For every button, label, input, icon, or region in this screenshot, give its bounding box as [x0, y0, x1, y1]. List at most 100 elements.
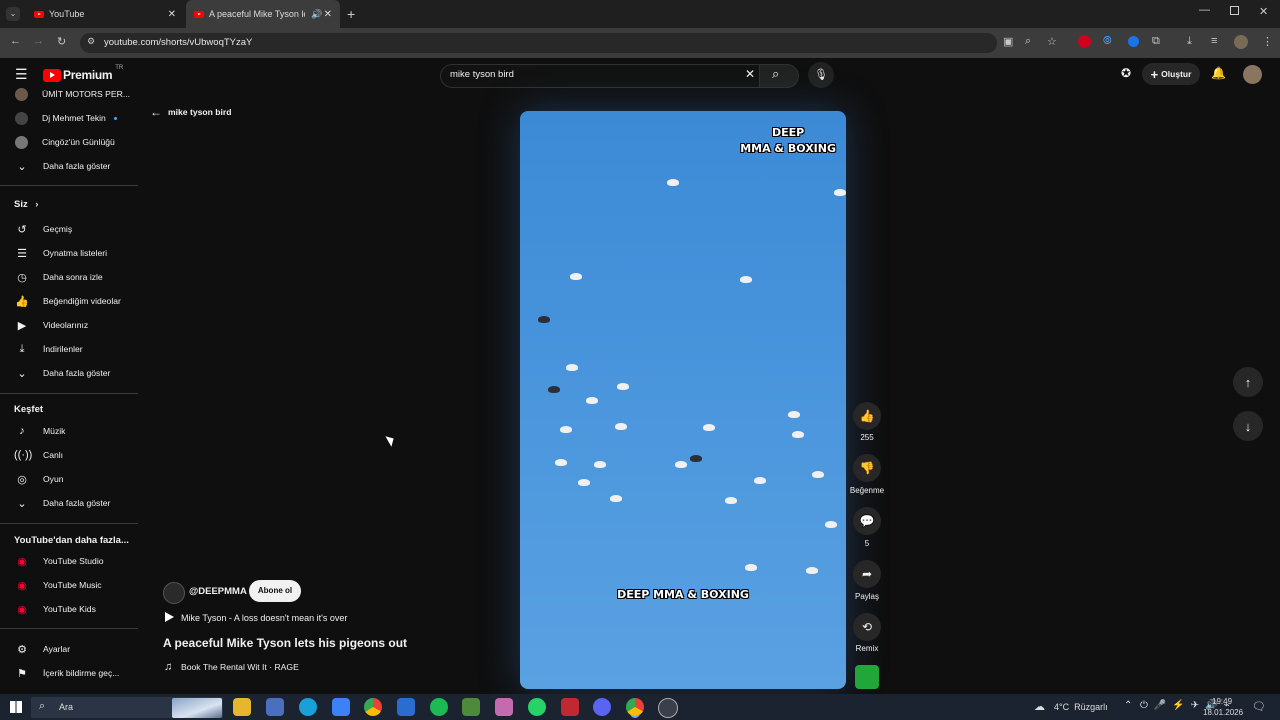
- chrome-icon[interactable]: [364, 698, 382, 716]
- audio-playing-icon[interactable]: 🔊: [311, 9, 322, 20]
- sidebar-item-liked-videos[interactable]: 👍 Beğendiğim videolar: [0, 290, 138, 312]
- app-icon[interactable]: [561, 698, 579, 716]
- comments-button[interactable]: 💬: [853, 507, 881, 535]
- media-controls-icon[interactable]: ≡: [1211, 35, 1217, 47]
- chrome-active-icon[interactable]: [626, 698, 644, 716]
- sidebar-item-gaming[interactable]: ◎ Oyun: [0, 468, 138, 490]
- back-arrow-icon: ←: [150, 105, 162, 119]
- new-tab-button[interactable]: +: [347, 6, 355, 22]
- sidebar-subscription[interactable]: Cingöz'ün Günlüğü: [0, 131, 138, 153]
- opera-extension-icon[interactable]: [1078, 35, 1091, 48]
- sidebar-item-settings[interactable]: ⚙ Ayarlar: [0, 638, 138, 660]
- minimize-button[interactable]: —: [1199, 4, 1210, 16]
- show-more-subscriptions[interactable]: ⌄ Daha fazla göster: [0, 155, 138, 177]
- windows-start-icon[interactable]: [10, 701, 22, 713]
- bookmark-star-icon[interactable]: ☆: [1047, 35, 1057, 48]
- sidebar-item-watch-later[interactable]: ◷ Daha sonra izle: [0, 266, 138, 288]
- zoom-icon[interactable]: ⌕: [1025, 35, 1031, 48]
- app-icon[interactable]: [495, 698, 513, 716]
- pigeon: [812, 471, 824, 478]
- gear-icon: ⚙: [17, 643, 27, 656]
- audio-extension-icon[interactable]: ⦾: [1103, 35, 1112, 48]
- restore-button[interactable]: [1230, 6, 1239, 15]
- search-input[interactable]: mike tyson bird: [450, 69, 514, 80]
- profile-avatar-icon[interactable]: [1234, 35, 1248, 49]
- sidebar-item-youtube-kids[interactable]: ◉ YouTube Kids: [0, 598, 138, 620]
- voice-search-button[interactable]: 🎙: [808, 62, 834, 88]
- watermark-bottom: DEEP MMA & BOXING: [617, 588, 749, 601]
- sidebar-item-music[interactable]: ♪ Müzik: [0, 420, 138, 442]
- whatsapp-icon[interactable]: [528, 698, 546, 716]
- create-button[interactable]: + Oluştur: [1142, 63, 1200, 85]
- back-arrow-icon[interactable]: ←: [10, 35, 21, 47]
- sound-thumbnail[interactable]: [855, 665, 879, 689]
- tab-close-icon[interactable]: ✕: [324, 9, 332, 20]
- tab-close-icon[interactable]: ✕: [168, 9, 176, 20]
- tab-search-chevron-icon[interactable]: ⌄: [6, 7, 20, 21]
- close-window-button[interactable]: ✕: [1259, 5, 1268, 18]
- file-explorer-icon[interactable]: [233, 698, 251, 716]
- sidebar-item-live[interactable]: ((·)) Canlı: [0, 444, 138, 466]
- tab-active-short[interactable]: A peaceful Mike Tyson lets 🔊 ✕: [186, 0, 340, 28]
- sidebar-item-youtube-studio[interactable]: ◉ YouTube Studio: [0, 550, 138, 572]
- channel-handle[interactable]: @DEEPMMA: [189, 586, 247, 597]
- reload-icon[interactable]: ↻: [57, 35, 66, 48]
- browser-menu-icon[interactable]: ⋮: [1262, 35, 1273, 48]
- clear-search-icon[interactable]: ✕: [745, 67, 755, 81]
- app-icon[interactable]: [658, 698, 678, 718]
- notifications-bell-icon[interactable]: 🔔: [1211, 66, 1226, 80]
- sound-link[interactable]: Book The Rental Wit It · RAGE: [181, 662, 299, 672]
- related-video-link[interactable]: Mike Tyson - A loss doesn't mean it's ov…: [181, 613, 347, 623]
- hamburger-menu-icon[interactable]: ☰: [15, 66, 28, 83]
- youtube-logo[interactable]: Premium TR: [43, 65, 123, 82]
- sidebar-item-youtube-music[interactable]: ◉ YouTube Music: [0, 574, 138, 596]
- extensions-puzzle-icon[interactable]: ⧉: [1152, 35, 1160, 48]
- tab-title: YouTube: [49, 9, 85, 19]
- sidebar-item-downloads[interactable]: ⤓ İndirilenler: [0, 338, 138, 360]
- sidebar-subscription[interactable]: ÜMİT MOTORS PER...: [0, 83, 138, 105]
- sidebar-item-playlists[interactable]: ☰ Oynatma listeleri: [0, 242, 138, 264]
- share-button[interactable]: ➦: [853, 560, 881, 588]
- clock-date[interactable]: 18.01.2026: [1203, 708, 1243, 717]
- tab-youtube[interactable]: YouTube ✕: [26, 0, 184, 28]
- app-icon[interactable]: [266, 698, 284, 716]
- sidebar-subscription[interactable]: Dj Mehmet Tekin: [0, 107, 138, 129]
- notification-center-icon[interactable]: 🗨: [1252, 700, 1266, 713]
- edge-icon[interactable]: [299, 698, 317, 716]
- play-icon[interactable]: [165, 612, 174, 622]
- forward-arrow-icon[interactable]: →: [33, 35, 44, 47]
- store-icon[interactable]: [332, 698, 350, 716]
- clock-time[interactable]: 19:49: [1212, 697, 1232, 706]
- install-app-icon[interactable]: ▣: [1003, 35, 1013, 48]
- show-more-you[interactable]: ⌄ Daha fazla göster: [0, 362, 138, 384]
- subscribe-button[interactable]: Abone ol: [249, 580, 301, 602]
- tray-chevron-icon[interactable]: ⌃: [1124, 700, 1132, 711]
- site-info-icon[interactable]: ⚙: [87, 36, 95, 47]
- previous-short-button[interactable]: ↑: [1233, 367, 1263, 397]
- shorts-video-player[interactable]: DEEP MMA & BOXING DEEP MMA & BOXING: [520, 111, 846, 689]
- cast-party-icon[interactable]: ✪: [1121, 66, 1131, 80]
- spotify-icon[interactable]: [430, 698, 448, 716]
- weather-text[interactable]: 4°C Rüzgarlı: [1054, 702, 1108, 712]
- mail-icon[interactable]: [397, 698, 415, 716]
- sidebar-item-history[interactable]: ↺ Geçmiş: [0, 218, 138, 240]
- channel-avatar[interactable]: [163, 582, 185, 604]
- blue-extension-icon[interactable]: [1128, 36, 1139, 47]
- dislike-button[interactable]: 👎: [853, 454, 881, 482]
- weather-icon[interactable]: ☁: [1034, 700, 1045, 713]
- show-more-explore[interactable]: ⌄ Daha fazla göster: [0, 492, 138, 514]
- you-section-heading[interactable]: Siz ›: [14, 199, 38, 210]
- back-to-search-link[interactable]: ← mike tyson bird: [150, 105, 232, 119]
- account-avatar[interactable]: [1243, 65, 1262, 84]
- next-short-button[interactable]: ↓: [1233, 411, 1263, 441]
- sidebar-item-label: Videolarınız: [43, 320, 89, 330]
- history-icon: ↺: [17, 223, 27, 236]
- remix-button[interactable]: ⟲: [853, 613, 881, 641]
- sidebar-item-your-videos[interactable]: ▶ Videolarınız: [0, 314, 138, 336]
- url-text[interactable]: youtube.com/shorts/vUbwoqTYzaY: [104, 37, 252, 48]
- download-icon[interactable]: ⤓: [1187, 35, 1192, 48]
- minecraft-icon[interactable]: [462, 698, 480, 716]
- sidebar-item-report-history[interactable]: ⚑ İçerik bildirme geç...: [0, 662, 138, 684]
- like-button[interactable]: 👍: [853, 402, 881, 430]
- discord-icon[interactable]: [593, 698, 611, 716]
